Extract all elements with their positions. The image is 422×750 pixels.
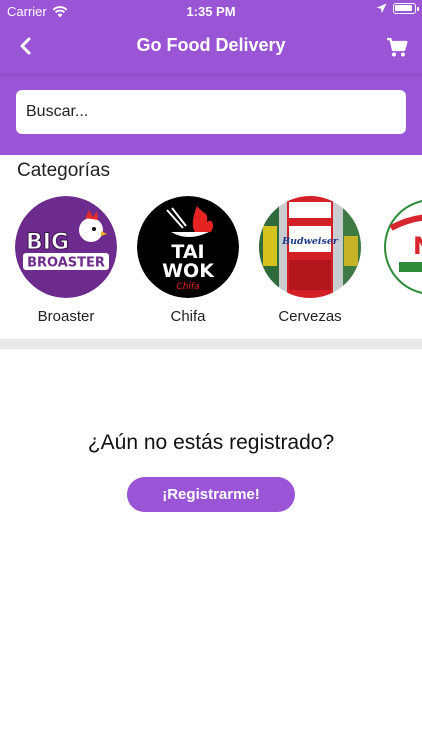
header: Carrier 1:35 PM Go Food Delivery <box>0 0 422 155</box>
broaster-logo: BIG BROASTER <box>15 196 117 298</box>
location-arrow-icon <box>376 3 387 14</box>
category-label: P <box>380 308 422 325</box>
svg-text:BIG: BIG <box>26 230 69 255</box>
search-input[interactable] <box>16 90 406 134</box>
navbar: Go Food Delivery <box>0 26 422 66</box>
svg-text:N: N <box>413 232 422 260</box>
status-bar: Carrier 1:35 PM <box>0 0 422 22</box>
category-item-broaster[interactable]: BIG BROASTER Broaster <box>14 196 118 325</box>
shopping-cart-icon[interactable] <box>386 36 408 58</box>
categories-title: Categorías <box>17 160 110 181</box>
category-label: Broaster <box>37 308 95 325</box>
category-item-cervezas[interactable]: Budweiser Cervezas <box>258 196 362 325</box>
pizza-logo: N <box>381 196 422 298</box>
category-item-chifa[interactable]: TAI WOK Chifa Chifa <box>136 196 240 325</box>
svg-text:WOK: WOK <box>162 260 215 282</box>
category-label: Cervezas <box>278 308 342 325</box>
svg-text:BROASTER: BROASTER <box>27 256 105 271</box>
category-label: Chifa <box>170 308 206 325</box>
chifa-logo: TAI WOK Chifa <box>137 196 239 298</box>
svg-text:Chifa: Chifa <box>176 282 199 292</box>
categories-carousel[interactable]: BIG BROASTER Broaster TAI WOK Chifa Chif… <box>0 196 422 332</box>
status-right <box>376 3 419 14</box>
page-title: Go Food Delivery <box>136 35 286 55</box>
cervezas-photo: Budweiser <box>259 196 361 298</box>
svg-text:Budweiser: Budweiser <box>281 236 339 247</box>
section-divider <box>0 339 422 349</box>
register-prompt: ¿Aún no estás registrado? <box>87 431 335 454</box>
register-button[interactable]: ¡Registrarme! <box>127 477 295 512</box>
clock: 1:35 PM <box>186 4 236 19</box>
category-item-pizza[interactable]: N P <box>380 196 422 325</box>
navbar-divider <box>0 74 422 76</box>
battery-icon <box>393 3 419 14</box>
